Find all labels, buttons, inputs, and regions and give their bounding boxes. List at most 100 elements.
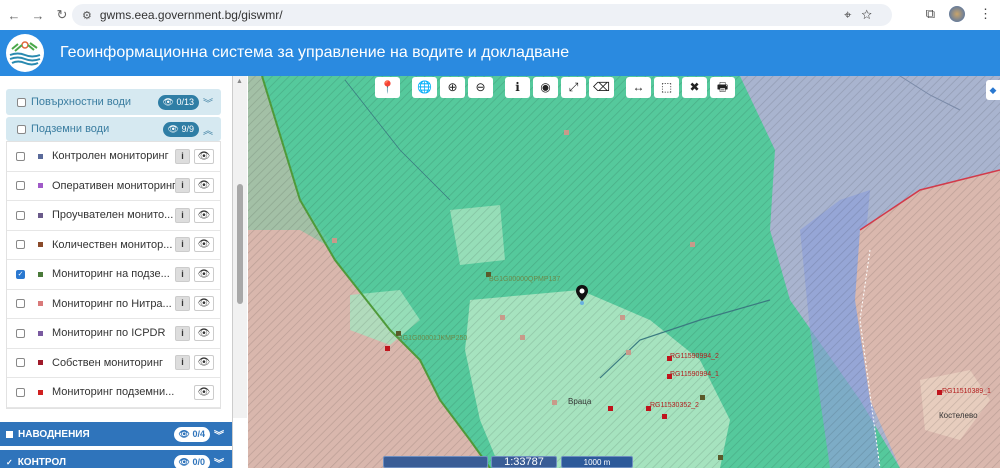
measure-area-icon[interactable]: ⬚: [654, 77, 679, 98]
profile-avatar[interactable]: [949, 6, 965, 22]
layer-checkbox[interactable]: [16, 387, 25, 397]
scroll-up-icon[interactable]: ▲: [236, 78, 243, 85]
visible-count-badge: 👁 0/0: [173, 454, 210, 468]
group-surface-water[interactable]: Повърхностни води 👁 0/13 ︾: [6, 89, 221, 115]
section-control[interactable]: ✓ КОНТРОЛ 👁 0/0 ︾: [0, 450, 232, 468]
layer-checkbox[interactable]: [16, 299, 25, 309]
map-marker-icon[interactable]: 📍: [375, 77, 400, 98]
forward-icon[interactable]: →: [28, 8, 48, 23]
layer-label: Количествен монитор...: [52, 238, 173, 251]
app-header: Геоинформационна система за управление н…: [0, 30, 1000, 76]
station-marker[interactable]: [500, 315, 505, 320]
scrollbar-thumb[interactable]: [237, 184, 243, 304]
section-label: НАВОДНЕНИЯ: [18, 428, 90, 440]
sidebar-scrollbar[interactable]: ▲: [233, 76, 247, 418]
layer-color-swatch: [38, 389, 43, 395]
station-marker[interactable]: [662, 414, 667, 419]
layer-item[interactable]: Собствен мониторинг i 👁: [7, 349, 220, 378]
back-icon[interactable]: ←: [4, 8, 24, 23]
layer-item[interactable]: Мониторинг по Нитра... i 👁: [7, 290, 220, 319]
layer-checkbox[interactable]: ✓: [16, 269, 25, 279]
group-checkbox[interactable]: [17, 124, 26, 134]
station-marker[interactable]: [690, 242, 695, 247]
menu-icon[interactable]: ⋮: [979, 6, 992, 22]
section-checkbox[interactable]: [6, 430, 13, 438]
chevron-up-icon[interactable]: ︽: [203, 122, 213, 137]
info-icon[interactable]: ℹ: [505, 77, 530, 98]
section-floods[interactable]: НАВОДНЕНИЯ 👁 0/4 ︾: [0, 422, 232, 446]
layer-checkbox[interactable]: [16, 210, 25, 220]
scale-ratio: 1:33787: [491, 456, 557, 468]
group-checkbox[interactable]: [17, 97, 26, 107]
eraser-icon[interactable]: ⌫: [589, 77, 614, 98]
layer-color-swatch: [38, 153, 43, 159]
eye-icon[interactable]: 👁: [194, 207, 214, 223]
chevron-down-icon[interactable]: ︾: [214, 455, 224, 468]
measure-distance-icon[interactable]: ↔: [626, 77, 651, 98]
check-icon[interactable]: ✓: [6, 458, 13, 467]
layer-item[interactable]: Количествен монитор... i 👁: [7, 231, 220, 260]
location-icon[interactable]: ⌖: [844, 7, 861, 22]
eye-icon[interactable]: 👁: [194, 178, 214, 194]
station-marker[interactable]: [332, 238, 337, 243]
info-icon[interactable]: i: [175, 207, 190, 223]
layer-item[interactable]: Контролен мониторинг i 👁: [7, 142, 220, 172]
station-marker[interactable]: [620, 315, 625, 320]
extensions-icon[interactable]: ⧉: [926, 6, 935, 22]
info-icon[interactable]: i: [175, 148, 190, 164]
chevron-down-icon[interactable]: ︾: [203, 95, 213, 110]
layer-item[interactable]: Проучвателен монито... i 👁: [7, 201, 220, 231]
info-icon[interactable]: i: [175, 355, 190, 371]
info-icon[interactable]: i: [175, 178, 190, 194]
eye-icon[interactable]: 👁: [194, 384, 214, 400]
layer-checkbox[interactable]: [16, 328, 25, 338]
zoom-in-icon[interactable]: ⊕: [440, 77, 465, 98]
section-label: КОНТРОЛ: [17, 456, 66, 468]
station-marker[interactable]: [718, 455, 723, 460]
location-pin-icon[interactable]: [575, 284, 589, 306]
fullscreen-icon[interactable]: ⤢: [561, 77, 586, 98]
layer-label: Мониторинг по ICPDR: [52, 327, 166, 340]
info-icon[interactable]: i: [175, 266, 190, 282]
layer-item[interactable]: Мониторинг по ICPDR i 👁: [7, 319, 220, 349]
eye-icon[interactable]: 👁: [194, 148, 214, 164]
layer-checkbox[interactable]: [16, 151, 25, 161]
app-logo: [6, 34, 44, 72]
layer-item[interactable]: Оперативен мониторинг i 👁: [7, 172, 220, 201]
print-icon[interactable]: 🖶: [710, 77, 735, 98]
layer-checkbox[interactable]: [16, 181, 25, 191]
zoom-out-icon[interactable]: ⊖: [468, 77, 493, 98]
info-icon[interactable]: i: [175, 325, 190, 341]
eye-icon[interactable]: 👁: [194, 296, 214, 312]
locate-icon[interactable]: ◉: [533, 77, 558, 98]
station-marker[interactable]: [385, 346, 390, 351]
globe-icon[interactable]: 🌐: [412, 77, 437, 98]
layer-item[interactable]: Мониторинг подземни... 👁: [7, 378, 220, 408]
station-marker[interactable]: [608, 406, 613, 411]
info-icon[interactable]: i: [175, 296, 190, 312]
reload-icon[interactable]: ↻: [52, 7, 72, 23]
eye-icon[interactable]: 👁: [194, 266, 214, 282]
layer-checkbox[interactable]: [16, 358, 25, 368]
site-settings-icon[interactable]: ⚙: [82, 9, 92, 22]
layer-checkbox[interactable]: [16, 240, 25, 250]
eye-icon[interactable]: 👁: [194, 325, 214, 341]
chevron-down-icon[interactable]: ︾: [214, 427, 224, 442]
station-marker[interactable]: [520, 335, 525, 340]
eye-icon[interactable]: 👁: [194, 355, 214, 371]
station-marker[interactable]: [564, 130, 569, 135]
address-bar[interactable]: ⚙ gwms.eea.government.bg/giswmr/ ⌖☆: [72, 4, 892, 26]
layer-label: Мониторинг по Нитра...: [52, 297, 172, 310]
station-marker[interactable]: [626, 350, 631, 355]
clear-icon[interactable]: ✖: [682, 77, 707, 98]
right-panel-toggle[interactable]: ◆: [986, 80, 1000, 100]
station-marker[interactable]: [700, 395, 705, 400]
station-marker[interactable]: [552, 400, 557, 405]
layer-item[interactable]: ✓ Мониторинг на подзе... i 👁: [7, 260, 220, 290]
map-canvas[interactable]: [248, 76, 1000, 468]
bookmark-star-icon[interactable]: ☆: [861, 7, 882, 22]
eye-icon[interactable]: 👁: [194, 237, 214, 253]
groundwater-layer-list: Контролен мониторинг i 👁 Оперативен монитор…: [6, 141, 221, 409]
group-groundwater[interactable]: Подземни води 👁 9/9 ︽: [6, 117, 221, 141]
info-icon[interactable]: i: [175, 237, 190, 253]
